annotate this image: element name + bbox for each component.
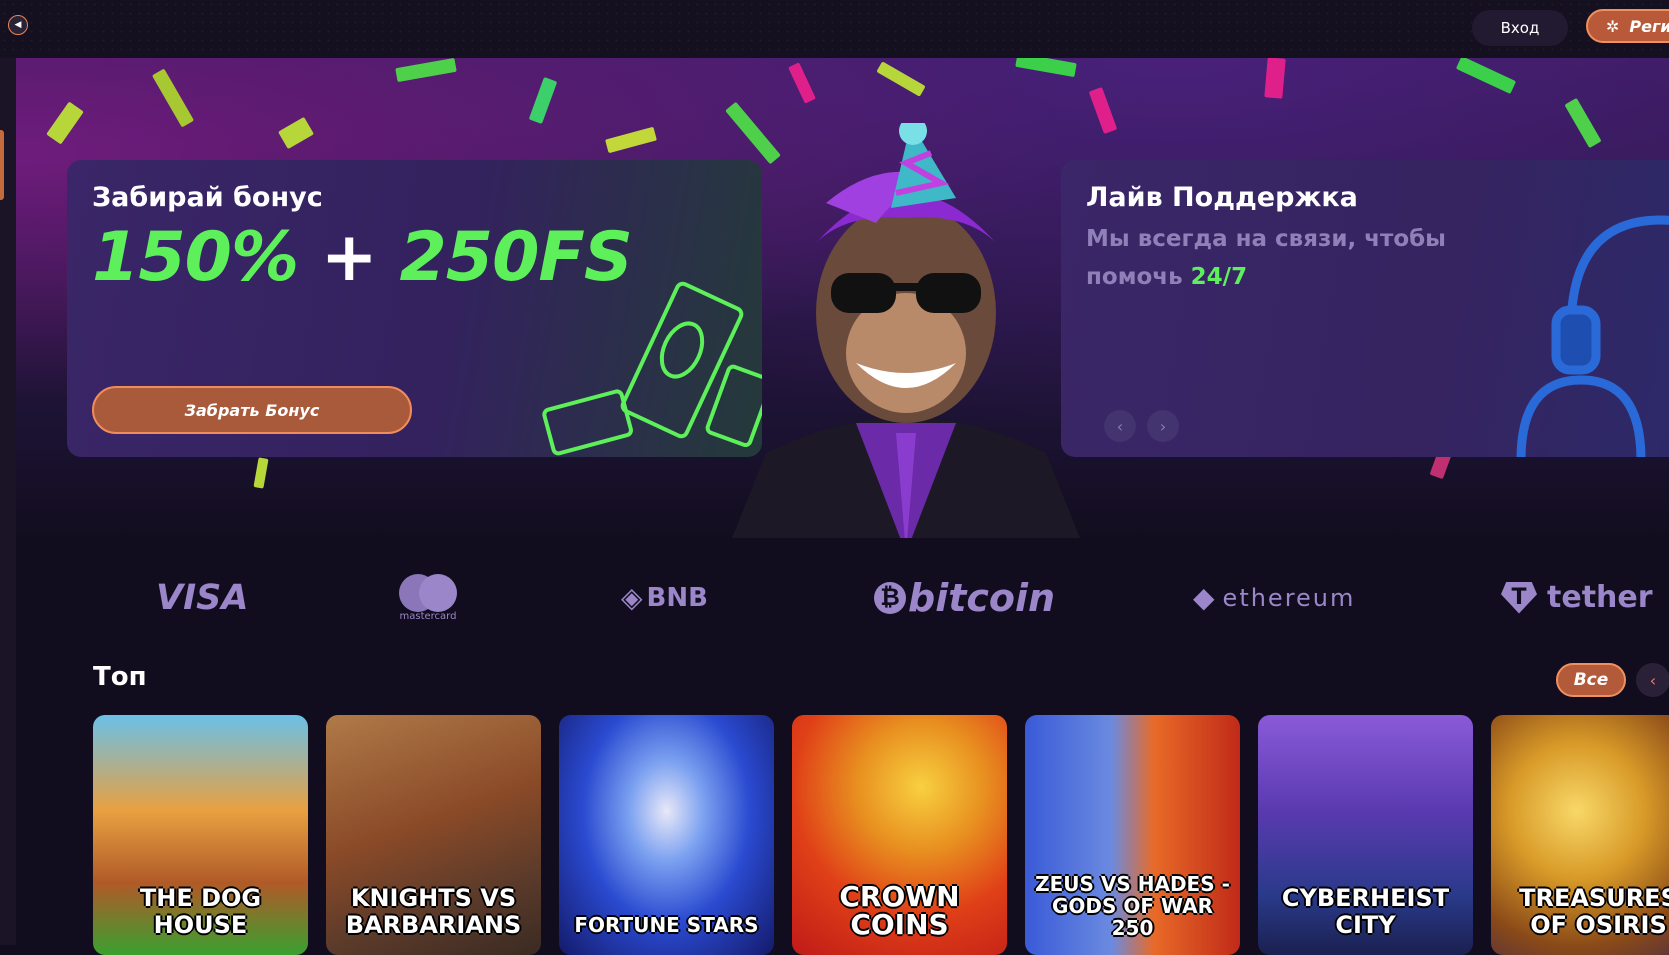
top-bar: ◀ Вход ✲ Регистрация — [0, 0, 1669, 59]
gift-icon: ✲ — [1606, 16, 1620, 36]
game-card[interactable]: THE DOG HOUSE — [93, 715, 308, 955]
live-support-card[interactable]: Лайв Поддержка Мы всегда на связи, чтобы… — [1061, 160, 1669, 457]
view-all-button[interactable]: Все — [1556, 663, 1626, 697]
game-title: ZEUS VS HADES - GODS OF WAR 250 — [1035, 872, 1230, 940]
mastercard-circles-icon — [399, 574, 457, 612]
promo-title: Забирай бонус — [92, 182, 323, 213]
top-games-list: THE DOG HOUSE KNIGHTS VS BARBARIANS FORT… — [93, 715, 1669, 955]
promo-offer-plus: + — [320, 218, 378, 297]
game-card[interactable]: FORTUNE STARS — [559, 715, 774, 955]
visa-logo: VISA — [156, 577, 249, 618]
tether-logo: T tether — [1501, 565, 1653, 630]
bnb-diamond-icon: ◈ — [621, 581, 643, 614]
support-description: Мы всегда на связи, чтобы помочь 24/7 — [1086, 220, 1446, 296]
ethereum-logo: ◆ ethereum — [1193, 565, 1355, 630]
mastercard-logo: mastercard — [396, 565, 460, 630]
register-button-label: Регистрация — [1629, 16, 1669, 36]
collapse-sidebar-icon[interactable]: ◀ — [8, 15, 28, 35]
monkey-mascot-image — [732, 123, 1080, 538]
hero-banner: Забирай бонус 150% + 250FS Забрать Бонус — [16, 58, 1669, 538]
bitcoin-logo: ₿ bitcoin — [874, 565, 1055, 630]
bnb-logo: ◈ BNB — [621, 565, 708, 630]
game-card[interactable]: CYBERHEIST CITY — [1258, 715, 1473, 955]
claim-bonus-button[interactable]: Забрать Бонус — [92, 386, 412, 434]
sidebar-active-tab[interactable] — [0, 130, 4, 200]
bitcoin-label: bitcoin — [908, 575, 1056, 620]
game-card[interactable]: TREASURES OF OSIRIS — [1491, 715, 1669, 955]
games-prev-button[interactable]: ‹ — [1636, 663, 1669, 697]
promo-offer-percent: 150% — [92, 218, 299, 297]
slider-next-button[interactable]: › — [1147, 410, 1179, 442]
slider-prev-button[interactable]: ‹ — [1104, 410, 1136, 442]
game-card[interactable]: ZEUS VS HADES - GODS OF WAR 250 — [1025, 715, 1240, 955]
left-sidebar — [0, 58, 16, 945]
mastercard-label: mastercard — [399, 611, 457, 622]
ethereum-label: ethereum — [1222, 583, 1356, 612]
payment-methods-strip: VISA mastercard ◈ BNB ₿ bitcoin ◆ ethere… — [16, 565, 1669, 630]
game-title: THE DOG HOUSE — [139, 884, 262, 939]
login-button[interactable]: Вход — [1472, 10, 1568, 46]
support-title: Лайв Поддержка — [1086, 182, 1358, 213]
game-title: CROWN COINS — [839, 880, 960, 941]
support-highlight: 24/7 — [1190, 264, 1248, 290]
game-card[interactable]: KNIGHTS VS BARBARIANS — [326, 715, 541, 955]
game-title: CYBERHEIST CITY — [1281, 884, 1450, 939]
tether-icon: T — [1501, 581, 1537, 614]
bonus-promo-card[interactable]: Забирай бонус 150% + 250FS Забрать Бонус — [67, 160, 762, 457]
tether-label: tether — [1547, 580, 1653, 615]
headset-icon — [1516, 215, 1669, 457]
game-card[interactable]: CROWN COINS — [792, 715, 1007, 955]
confetti-piece — [1264, 58, 1286, 99]
game-title: KNIGHTS VS BARBARIANS — [345, 884, 522, 939]
support-text: Мы всегда на связи, чтобы помочь — [1086, 226, 1446, 290]
register-button[interactable]: ✲ Регистрация — [1586, 9, 1669, 43]
game-title: TREASURES OF OSIRIS — [1519, 884, 1669, 939]
bitcoin-icon: ₿ — [874, 581, 906, 614]
ethereum-icon: ◆ — [1193, 581, 1217, 614]
game-title: FORTUNE STARS — [574, 913, 759, 937]
bnb-label: BNB — [646, 582, 708, 613]
top-section-title: Топ — [93, 662, 147, 692]
